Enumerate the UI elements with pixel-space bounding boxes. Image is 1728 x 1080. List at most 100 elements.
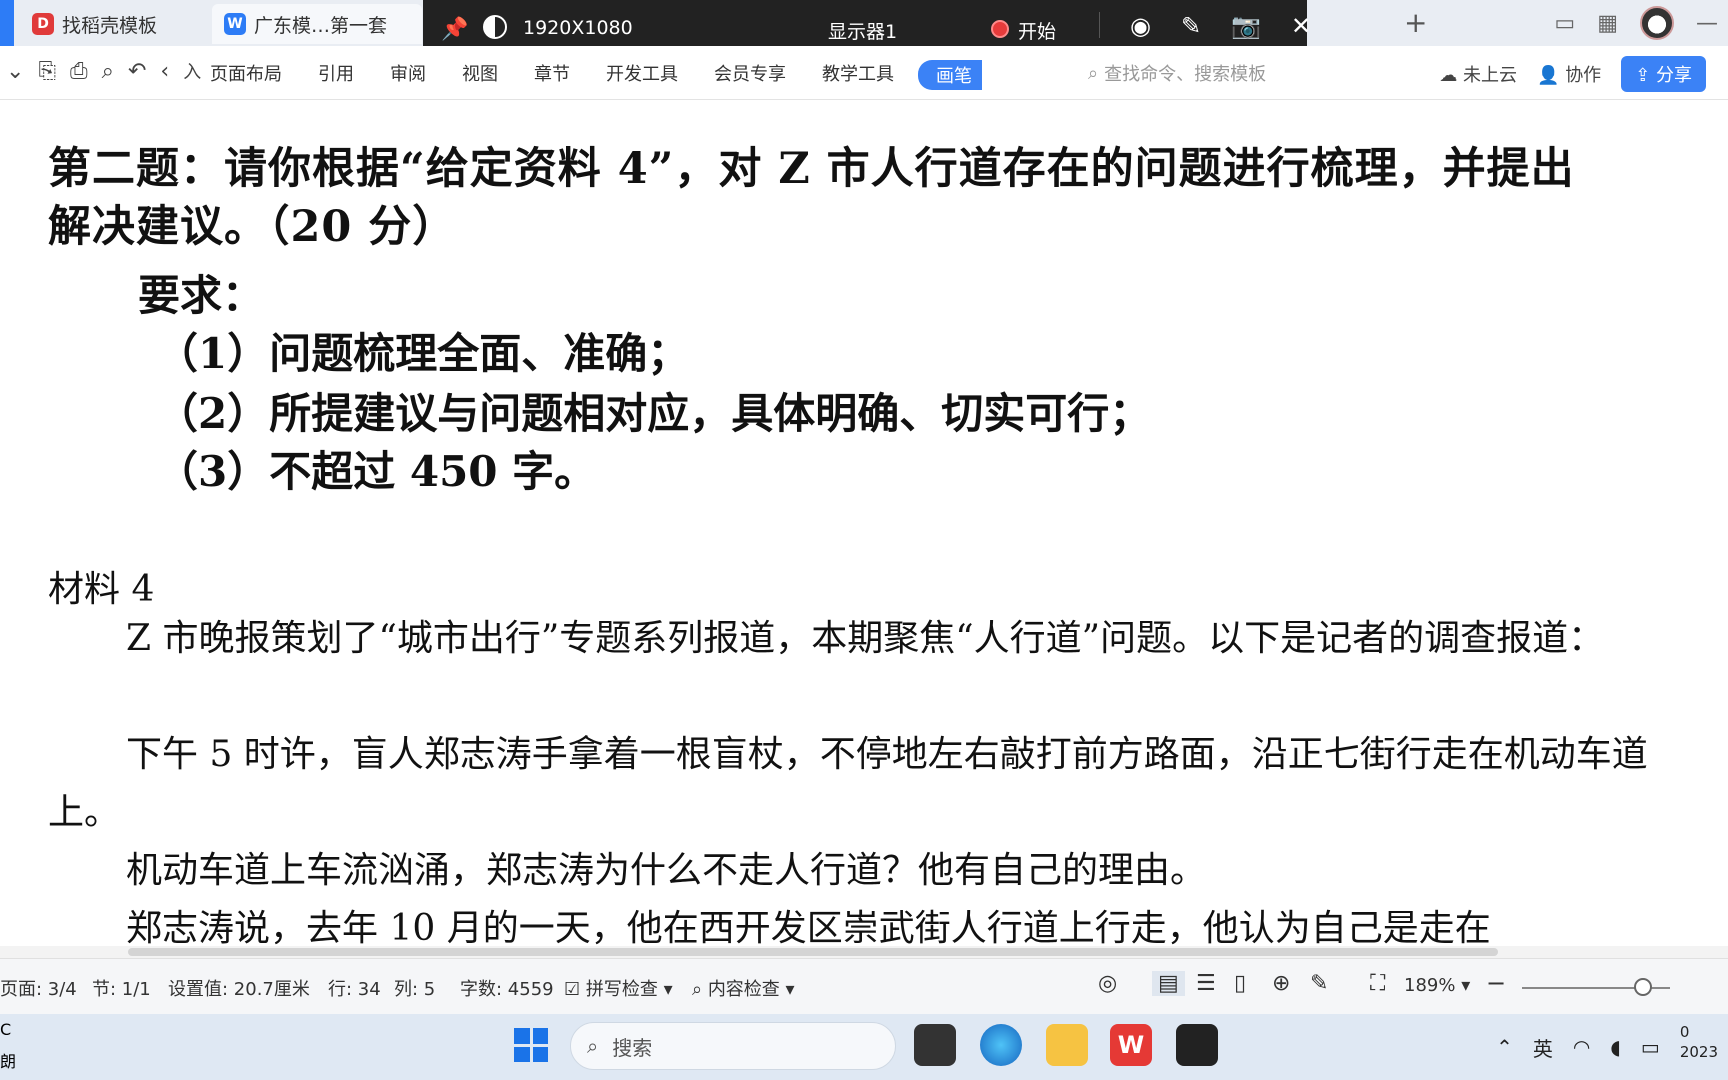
row-indicator: 行: 34 — [328, 979, 381, 1000]
start-tile — [532, 1028, 548, 1044]
title-line: 第二题：请你根据“给定资料 4”，对 Z 市人行道存在的问题进行梳理，并提出 — [48, 144, 1575, 194]
title-line: 解决建议。（20 分） — [48, 202, 457, 252]
docer-icon: D — [32, 13, 54, 35]
menu-item[interactable]: 页面布局 — [192, 60, 300, 90]
minimize-icon[interactable]: — — [1696, 11, 1718, 36]
word-count[interactable]: 字数: 4559 — [460, 975, 554, 1001]
menu-item[interactable]: 审阅 — [372, 60, 444, 90]
pin-icon[interactable]: 📌 — [441, 17, 468, 42]
scrollbar-thumb[interactable] — [128, 948, 1498, 956]
wifi-icon[interactable]: ◠ — [1573, 1035, 1590, 1059]
taskbar-search[interactable]: ⌕ 搜索 — [570, 1022, 896, 1070]
quick-access: ⌄ ⎘ ⎙ ⌕ ↶ ‹ 入 — [6, 58, 201, 84]
outline-view-icon[interactable]: ☰ — [1196, 971, 1216, 996]
recorder-start-button[interactable]: 开始 — [1018, 17, 1056, 44]
tab-document[interactable]: W 广东模…第一套 — [212, 4, 422, 44]
windows-start-icon[interactable] — [514, 1028, 548, 1062]
recorder-app-icon[interactable] — [1176, 1024, 1218, 1066]
command-search[interactable]: ⌕ 查找命令、搜索模板 — [1088, 60, 1266, 86]
pen-mode-icon[interactable]: ✎ — [1310, 971, 1328, 996]
search-icon: ⌕ — [1088, 62, 1099, 84]
battery-icon[interactable]: ▭ — [1641, 1035, 1660, 1059]
zoom-out-icon[interactable]: − — [1486, 969, 1506, 997]
tab-label: 找稻壳模板 — [62, 14, 158, 37]
wps-icon[interactable]: W — [1110, 1024, 1152, 1066]
menu-item[interactable]: 开发工具 — [588, 60, 696, 90]
file-explorer-icon[interactable] — [1046, 1024, 1088, 1066]
requirement-item: （1）问题梳理全面、准确； — [156, 329, 690, 378]
document-canvas[interactable]: 第二题：请你根据“给定资料 4”，对 Z 市人行道存在的问题进行梳理，并提出 解… — [0, 100, 1728, 946]
grid-icon[interactable]: ▦ — [1597, 11, 1618, 36]
clock[interactable]: 0 2023 — [1680, 1022, 1718, 1062]
chevron-down-icon[interactable]: ⌄ — [6, 59, 24, 84]
tab-label: 广东模…第一套 — [254, 14, 388, 37]
print-icon[interactable]: ⎙ — [70, 59, 88, 84]
page-indicator[interactable]: 页面: 3/4 — [0, 975, 77, 1001]
zoom-slider-knob[interactable] — [1634, 978, 1652, 996]
content-check-button[interactable]: ⌕ 内容检查 ▾ — [692, 975, 795, 1001]
ribbon-right: ☁ 未上云 👤 协作 ⇪ 分享 — [1439, 56, 1706, 92]
question-title: 第二题：请你根据“给定资料 4”，对 Z 市人行道存在的问题进行梳理，并提出 解… — [48, 140, 1668, 256]
start-tile — [532, 1046, 548, 1062]
edge-text: C — [0, 1020, 12, 1039]
export-icon[interactable]: ⎘ — [38, 59, 56, 84]
recorder-resolution[interactable]: 1920X1080 — [523, 17, 633, 39]
camera-icon[interactable]: 📷 — [1231, 12, 1261, 40]
web-view-icon[interactable]: ⊕ — [1272, 971, 1290, 996]
zoom-level[interactable]: 189% ▾ — [1404, 975, 1470, 996]
contrast-icon[interactable] — [483, 15, 507, 39]
magnifier-icon[interactable]: ◉ — [1130, 12, 1151, 40]
window-controls: ▭ ▦ — — [1554, 6, 1718, 40]
share-label: 分享 — [1656, 65, 1692, 86]
menu-item[interactable]: 教学工具 — [804, 60, 912, 90]
zoom-value: 189% — [1404, 975, 1456, 996]
col-indicator: 列: 5 — [394, 979, 436, 1000]
search-placeholder: 查找命令、搜索模板 — [1104, 64, 1267, 85]
chevron-up-icon[interactable]: ⌃ — [1496, 1035, 1513, 1059]
pen-icon[interactable]: ✎ — [1181, 12, 1201, 40]
start-tile — [514, 1046, 530, 1062]
menu-item-active[interactable]: 画笔 — [918, 60, 982, 90]
record-dot-icon[interactable] — [991, 20, 1009, 38]
scroll-left-icon[interactable]: ‹ — [160, 59, 169, 84]
clock-date: 2023 — [1679, 1043, 1718, 1061]
content-check-label: 内容检查 — [707, 979, 780, 1000]
eye-icon[interactable]: ◎ — [1098, 971, 1117, 996]
left-edge-accent — [0, 0, 14, 46]
cloud-status[interactable]: ☁ 未上云 — [1439, 61, 1517, 87]
screen: D 找稻壳模板 W 广东模…第一套 + ▭ ▦ — 📌 1920X1080 显示… — [0, 0, 1728, 1080]
input-language[interactable]: 英 — [1533, 1033, 1553, 1062]
paragraph: 郑志涛说，去年 10 月的一天，他在西开发区崇武街人行道上行走，他认为自己是走在 — [126, 908, 1491, 946]
paragraph: 下午 5 时许，盲人郑志涛手拿着一根盲杖，不停地左右敲打前方路面，沿正七街行走在… — [48, 734, 1648, 833]
spell-check-button[interactable]: ☑ 拼写检查 ▾ — [564, 975, 673, 1001]
taskbar-search-label: 搜索 — [612, 1035, 653, 1060]
preview-icon[interactable]: ⌕ — [102, 59, 114, 84]
fit-page-icon[interactable]: ⛶ — [1370, 971, 1385, 996]
tab-docer[interactable]: D 找稻壳模板 — [20, 4, 200, 44]
layout-icon[interactable]: ▭ — [1554, 11, 1575, 36]
avatar[interactable] — [1640, 6, 1674, 40]
clock-time: 0 — [1679, 1023, 1690, 1041]
menu-item[interactable]: 视图 — [444, 60, 516, 90]
new-tab-plus-icon[interactable]: + — [1404, 6, 1427, 39]
wps-writer-icon: W — [224, 13, 246, 35]
page-view-icon[interactable]: ▤ — [1152, 971, 1185, 996]
status-bar: 页面: 3/4 节: 1/1 设置值: 20.7厘米 行: 34 列: 5 字数… — [0, 958, 1728, 1014]
undo-icon[interactable]: ↶ — [128, 59, 146, 84]
collab-label: 协作 — [1565, 65, 1602, 86]
app-icon[interactable] — [914, 1024, 956, 1066]
requirement-item: （2）所提建议与问题相对应，具体明确、切实可行； — [156, 389, 1152, 438]
ribbon-menu: 页面布局 引用 审阅 视图 章节 开发工具 会员专享 教学工具 画笔 — [192, 60, 982, 90]
collab-button[interactable]: 👤 协作 — [1537, 61, 1601, 87]
recorder-display[interactable]: 显示器1 — [828, 17, 897, 44]
edge-browser-icon[interactable] — [980, 1024, 1022, 1066]
menu-item[interactable]: 引用 — [300, 60, 372, 90]
menu-item[interactable]: 会员专享 — [696, 60, 804, 90]
close-icon[interactable]: ✕ — [1291, 12, 1311, 40]
volume-icon[interactable]: ◖ — [1610, 1035, 1621, 1059]
menu-item[interactable]: 章节 — [516, 60, 588, 90]
horizontal-scrollbar[interactable] — [0, 946, 1728, 958]
paragraph: Z 市晚报策划了“城市出行”专题系列报道，本期聚焦“人行道”问题。以下是记者的调… — [126, 618, 1605, 659]
share-button[interactable]: ⇪ 分享 — [1621, 56, 1706, 92]
reading-view-icon[interactable]: ▯ — [1234, 971, 1246, 996]
